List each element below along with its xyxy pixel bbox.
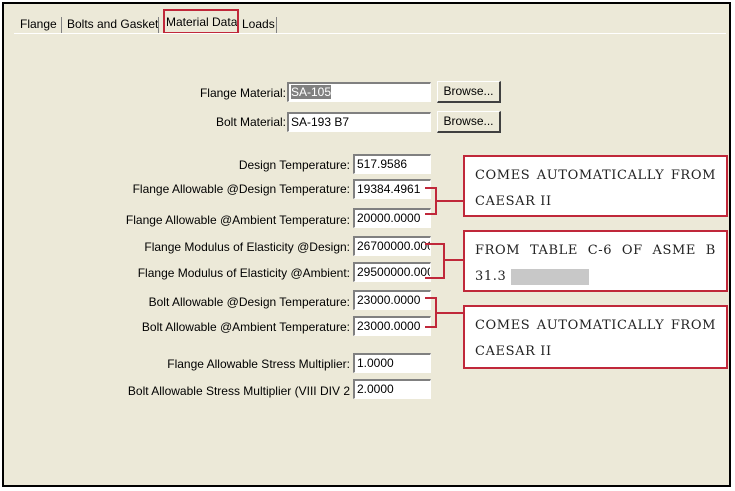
bracket-line xyxy=(425,243,445,245)
annotation-note-caesar-1: COMES AUTOMATICALLY FROM CAESAR II xyxy=(463,155,728,217)
flange-allowable-ambient-label: Flange Allowable @Ambient Temperature: xyxy=(125,213,350,227)
flange-stress-multiplier-label: Flange Allowable Stress Multiplier: xyxy=(167,357,350,371)
design-temperature-label: Design Temperature: xyxy=(238,158,350,172)
tab-highlight-box xyxy=(163,9,239,34)
bolt-material-input[interactable]: SA-193 B7 xyxy=(287,112,431,132)
flange-material-browse-button[interactable]: Browse... xyxy=(437,81,501,103)
flange-material-input[interactable]: SA-105 xyxy=(287,82,431,102)
flange-allowable-ambient-input[interactable]: 20000.0000 xyxy=(353,208,431,228)
note-word: AUTOMATICALLY xyxy=(536,318,665,333)
flange-material-value: SA-105 xyxy=(291,85,332,99)
note-word: ASME xyxy=(652,243,697,258)
annotation-note-asme: FROM TABLE C-6 OF ASME B 31.3 xyxy=(463,230,728,292)
flange-stress-multiplier-input[interactable]: 1.0000 xyxy=(353,353,431,373)
bolt-material-browse-button[interactable]: Browse... xyxy=(437,111,501,133)
flange-allowable-design-label: Flange Allowable @Design Temperature: xyxy=(132,182,350,196)
note-word: B xyxy=(705,243,716,258)
note-word: OF xyxy=(621,243,643,258)
bolt-allowable-ambient-input[interactable]: 23000.0000 xyxy=(353,316,431,336)
bracket-line xyxy=(435,200,463,202)
note-line: CAESAR II xyxy=(475,194,552,209)
bolt-material-label: Bolt Material: xyxy=(215,115,286,129)
note-word: C-6 xyxy=(587,243,613,258)
flange-modulus-design-label: Flange Modulus of Elasticity @Design: xyxy=(144,240,350,254)
note-word: TABLE xyxy=(529,243,578,258)
bolt-allowable-ambient-label: Bolt Allowable @Ambient Temperature: xyxy=(141,320,350,334)
flange-allowable-design-input[interactable]: 19384.4961 xyxy=(353,179,431,199)
bolt-allowable-design-input[interactable]: 23000.0000 xyxy=(353,290,431,310)
bracket-line xyxy=(443,259,463,261)
annotation-note-caesar-2: COMES AUTOMATICALLY FROM CAESAR II xyxy=(463,305,728,369)
redacted-highlight xyxy=(511,268,590,285)
flange-material-label: Flange Material: xyxy=(199,86,286,100)
tab-bolts-and-gasket[interactable]: Bolts and Gasket xyxy=(67,14,158,34)
tab-separator xyxy=(276,17,277,33)
tab-divider-line xyxy=(14,33,726,34)
tab-flange[interactable]: Flange xyxy=(20,14,57,34)
flange-modulus-ambient-label: Flange Modulus of Elasticity @Ambient: xyxy=(137,266,350,280)
note-line: 31.3 xyxy=(475,269,507,284)
note-word: COMES xyxy=(475,168,531,183)
flange-modulus-ambient-input[interactable]: 29500000.000 xyxy=(353,262,431,282)
note-word: FROM xyxy=(670,318,716,333)
bracket-line xyxy=(435,312,463,314)
bolt-stress-multiplier-label: Bolt Allowable Stress Multiplier (VIII D… xyxy=(127,384,350,398)
note-word: AUTOMATICALLY xyxy=(536,168,665,183)
bolt-stress-multiplier-input[interactable]: 2.0000 xyxy=(353,379,431,399)
tab-loads[interactable]: Loads xyxy=(242,14,275,34)
note-word: FROM xyxy=(670,168,716,183)
tab-separator xyxy=(158,17,159,33)
bolt-allowable-design-label: Bolt Allowable @Design Temperature: xyxy=(148,295,350,309)
flange-modulus-design-input[interactable]: 26700000.000 xyxy=(353,236,431,256)
note-line: CAESAR II xyxy=(475,344,552,359)
bracket-line xyxy=(425,277,445,279)
bracket-line xyxy=(443,243,445,279)
note-word: FROM xyxy=(475,243,521,258)
tab-separator xyxy=(61,17,62,33)
design-temperature-input[interactable]: 517.9586 xyxy=(353,154,431,174)
note-word: COMES xyxy=(475,318,531,333)
